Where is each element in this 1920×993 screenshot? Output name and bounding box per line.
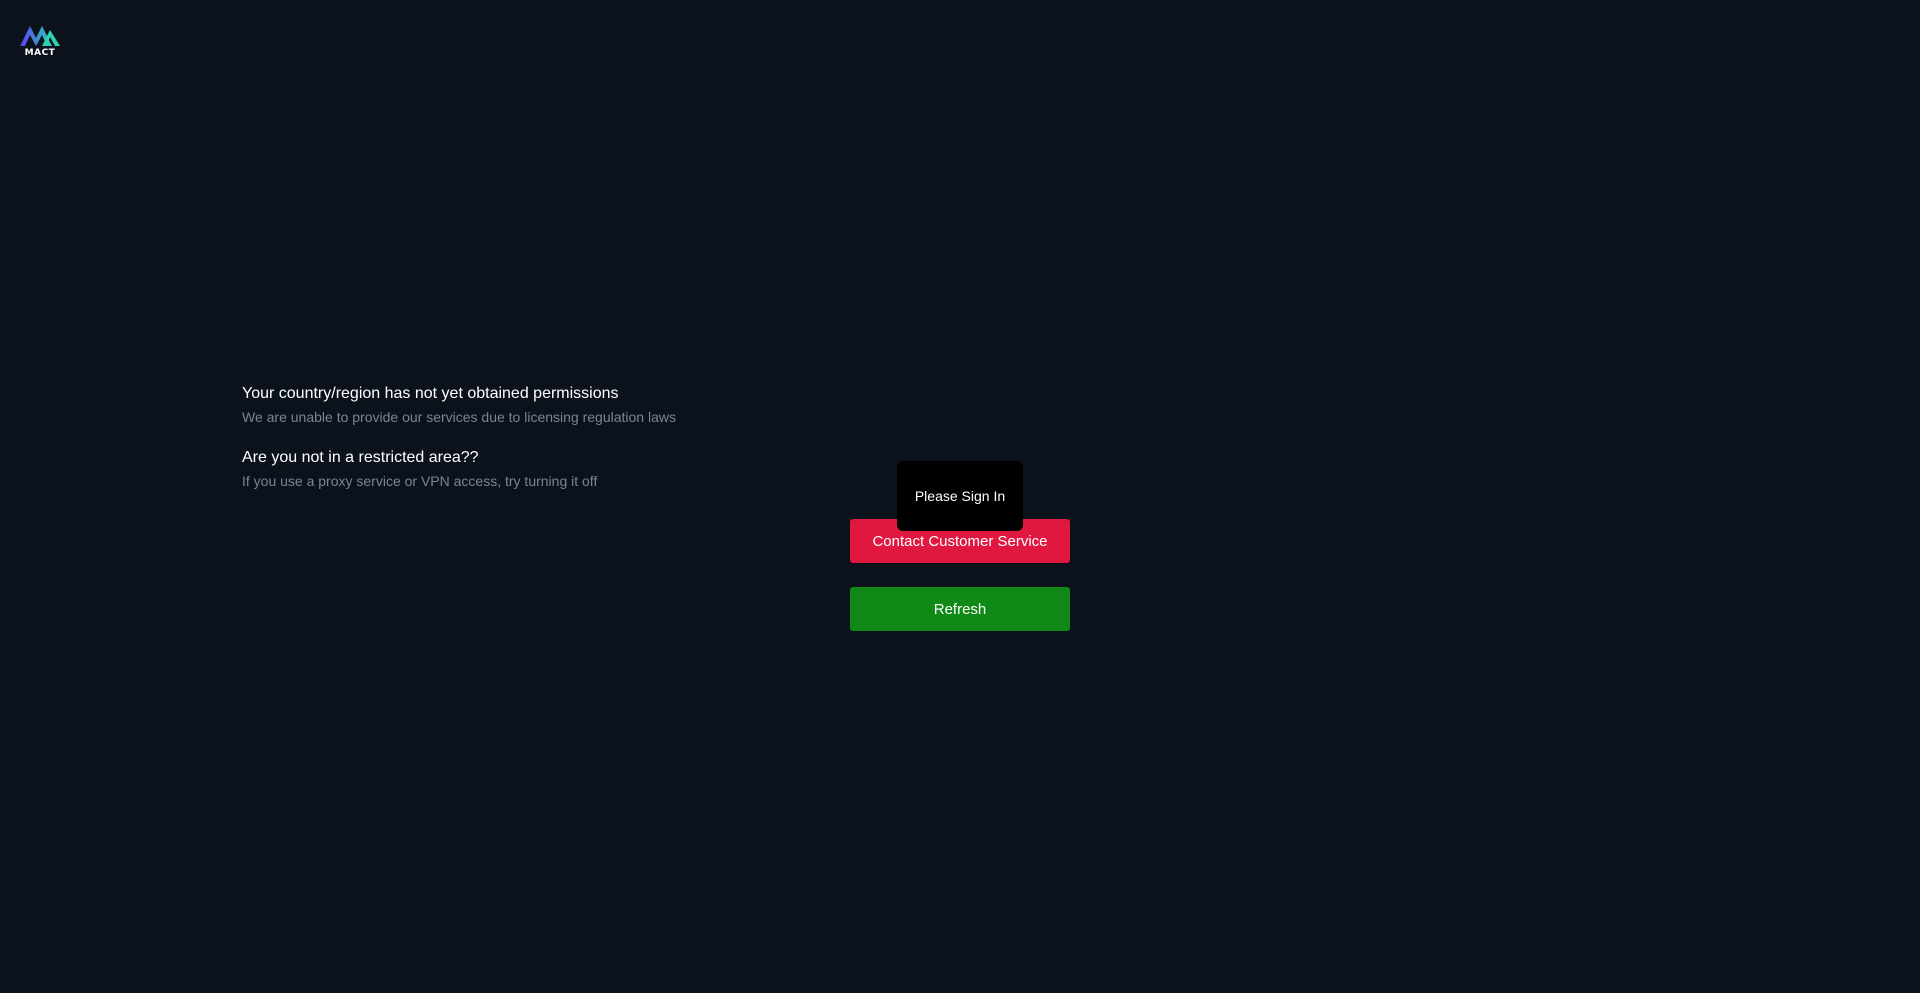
brand-logo[interactable]: MACT — [20, 22, 60, 60]
refresh-button[interactable]: Refresh — [850, 587, 1070, 631]
restricted-subtitle: If you use a proxy service or VPN access… — [242, 473, 598, 489]
permission-subtitle: We are unable to provide our services du… — [242, 409, 676, 425]
mountain-logo-icon — [20, 26, 60, 46]
restricted-title: Are you not in a restricted area?? — [242, 449, 479, 466]
permission-notice: Your country/region has not yet obtained… — [242, 384, 942, 426]
logo-text: MACT — [24, 48, 56, 58]
restriction-messages: Your country/region has not yet obtained… — [242, 384, 942, 490]
tooltip-text: Please Sign In — [914, 488, 1006, 504]
sign-in-tooltip: Please Sign In — [897, 461, 1023, 531]
restricted-area-notice: Are you not in a restricted area?? If yo… — [242, 448, 942, 490]
permission-title: Your country/region has not yet obtained… — [242, 385, 619, 402]
page: MACT Your country/region has not yet obt… — [0, 0, 1920, 993]
